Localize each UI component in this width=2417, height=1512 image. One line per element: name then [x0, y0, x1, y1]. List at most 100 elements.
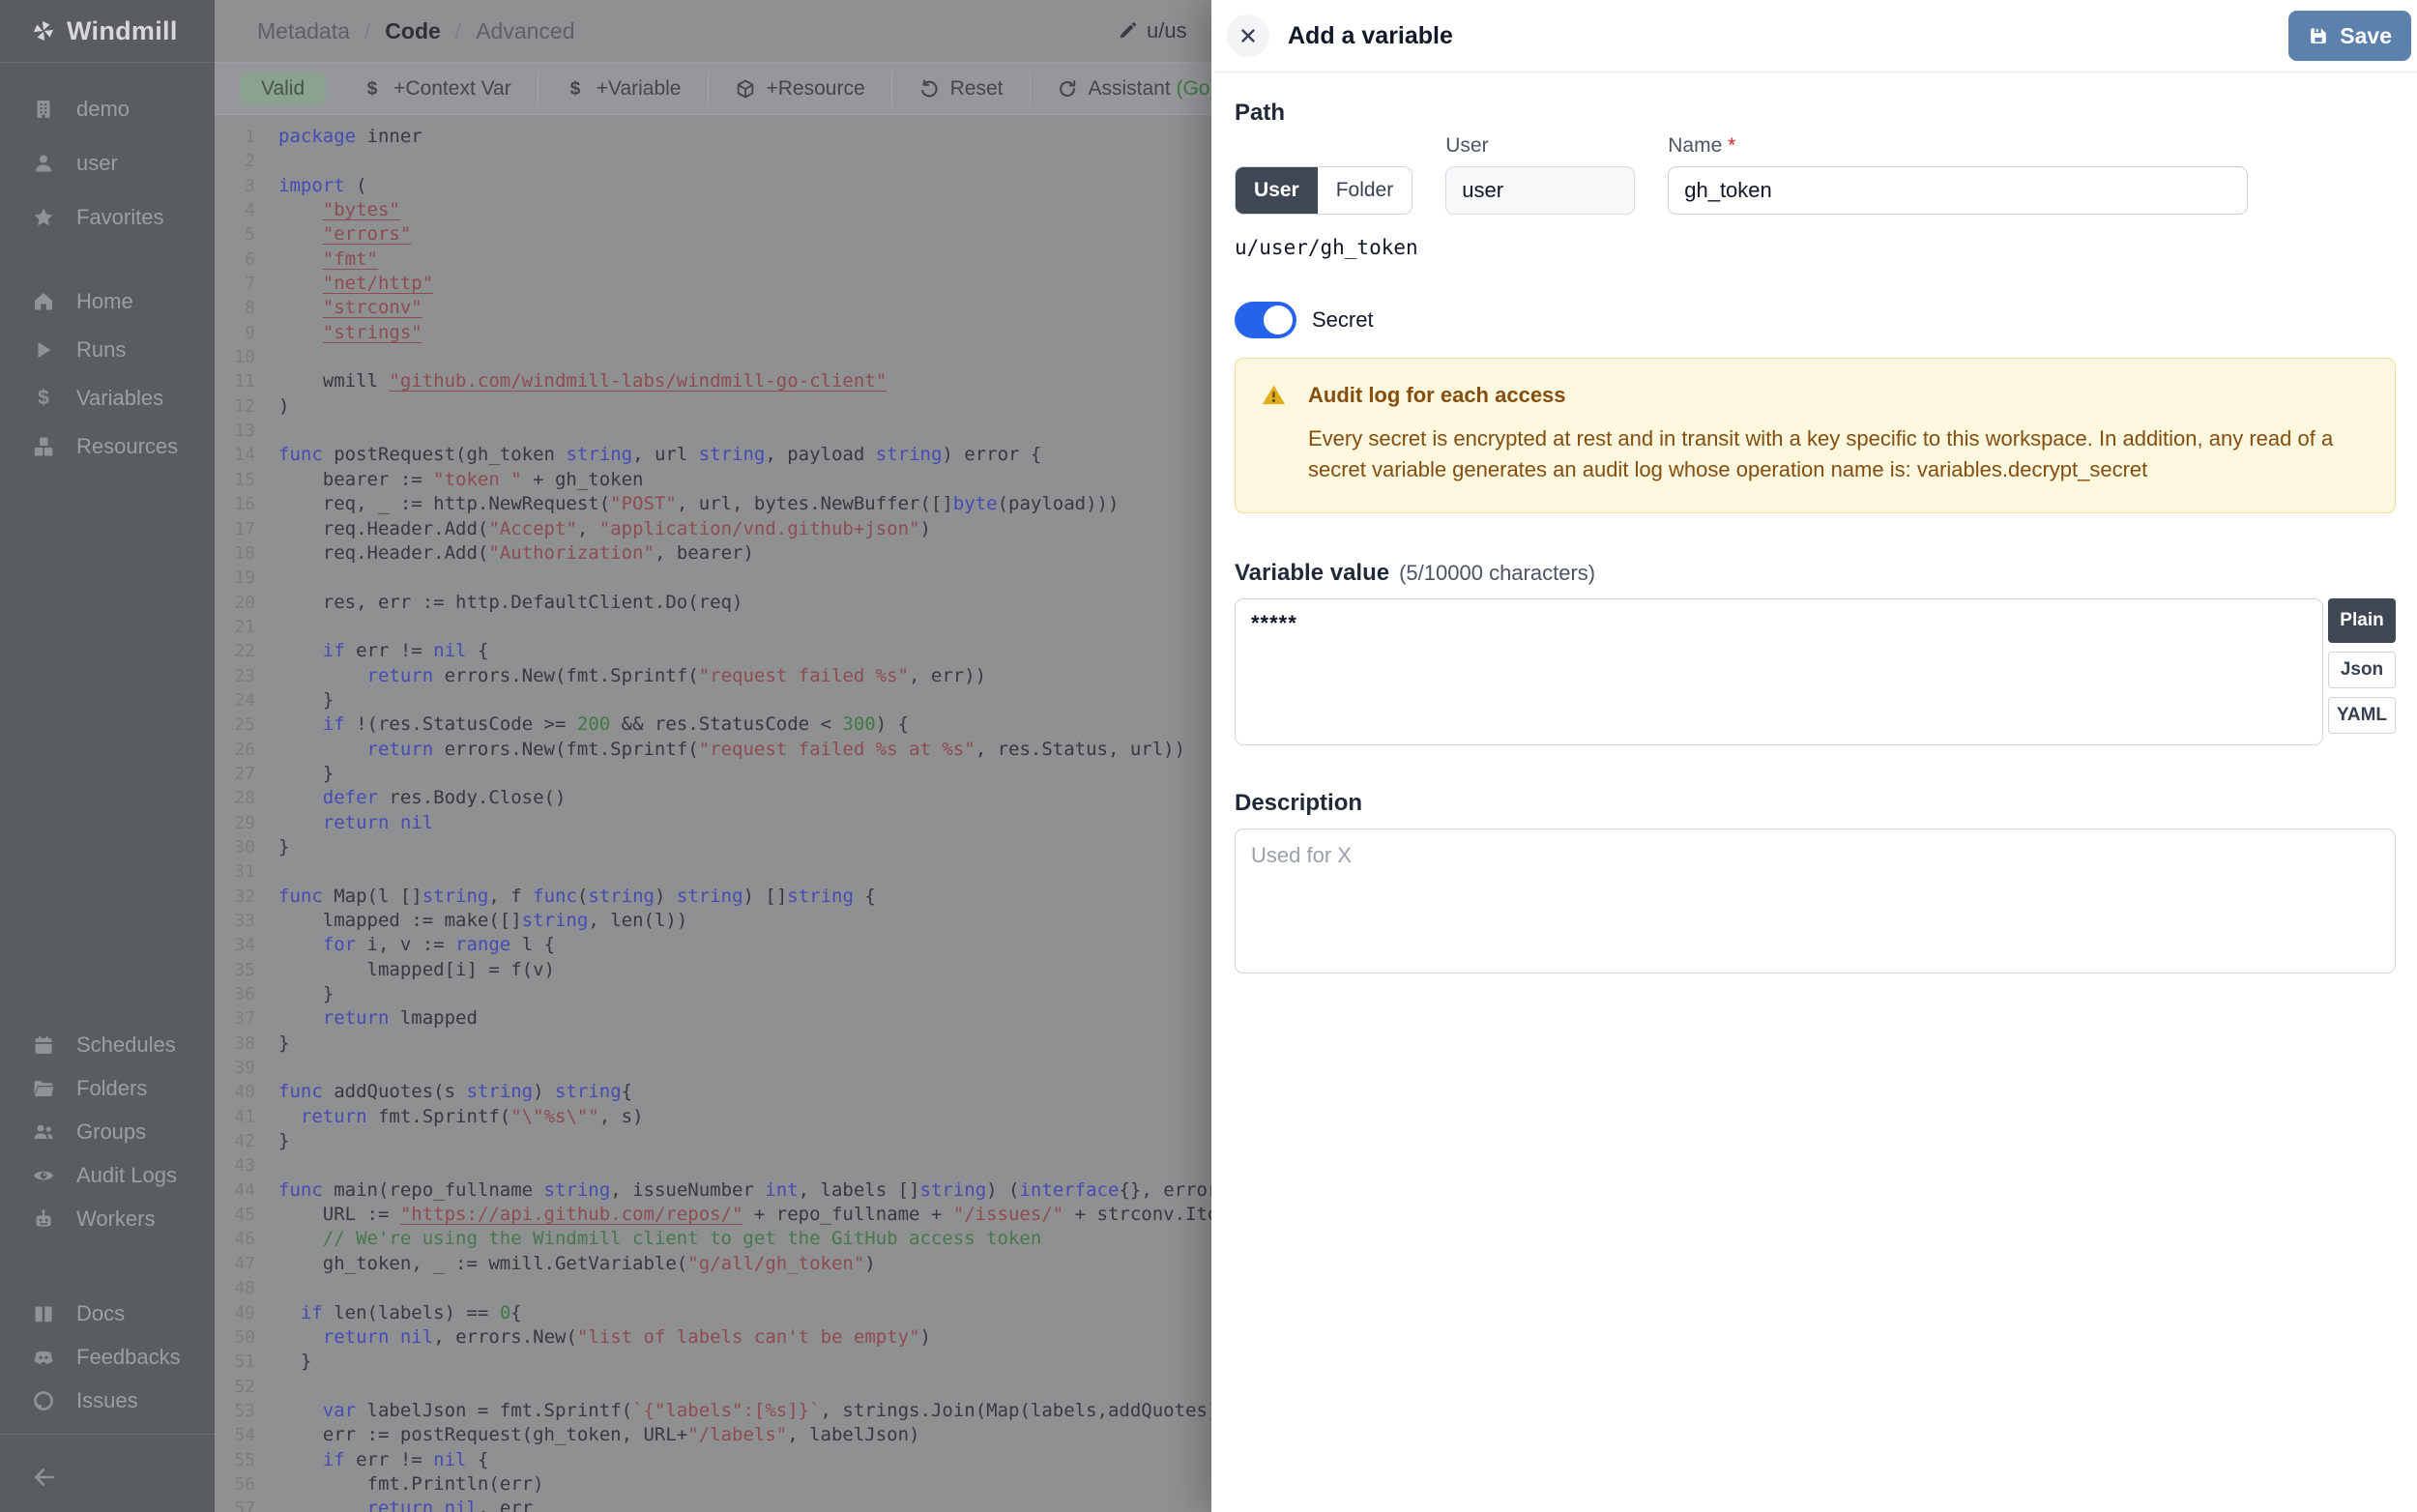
line-number: 14: [215, 443, 255, 467]
sidebar-item-home[interactable]: Home: [0, 277, 215, 326]
arrow-left-icon: [32, 1465, 57, 1490]
calendar-icon: [32, 1033, 55, 1057]
sidebar-item-docs[interactable]: Docs: [0, 1292, 215, 1335]
sidebar-item-runs[interactable]: Runs: [0, 326, 215, 374]
sidebar-item-demo[interactable]: demo: [0, 82, 215, 136]
sidebar-item-audit-logs[interactable]: Audit Logs: [0, 1153, 215, 1197]
home-icon: [32, 290, 55, 313]
line-number: 6: [215, 247, 255, 272]
owner-kind-folder[interactable]: Folder: [1318, 167, 1412, 214]
line-number: 48: [215, 1276, 255, 1300]
line-number: 37: [215, 1006, 255, 1031]
line-number: 45: [215, 1203, 255, 1227]
sidebar-item-label: Favorites: [76, 205, 163, 230]
groups-icon: [32, 1120, 55, 1144]
building-icon: [32, 98, 55, 121]
sidebar-item-label: Schedules: [76, 1032, 176, 1058]
sidebar-item-label: Runs: [76, 337, 126, 363]
app-title: Windmill: [67, 16, 178, 46]
line-number: 39: [215, 1056, 255, 1080]
github-icon: [32, 1389, 55, 1412]
sidebar-item-favorites[interactable]: Favorites: [0, 190, 215, 245]
line-number: 34: [215, 933, 255, 957]
sidebar-item-workers[interactable]: Workers: [0, 1197, 215, 1240]
reset-icon: [918, 78, 940, 100]
character-counter: (5/10000 characters): [1399, 561, 1595, 586]
user-field-label: User: [1445, 134, 1635, 158]
robot-icon: [32, 1207, 55, 1231]
line-number: 13: [215, 419, 255, 443]
tab-advanced[interactable]: Advanced: [476, 18, 574, 44]
line-number: 10: [215, 345, 255, 369]
tab-separator: /: [364, 18, 370, 44]
line-number: 1: [215, 125, 255, 149]
line-number: 35: [215, 958, 255, 982]
sidebar-item-label: Workers: [76, 1207, 156, 1232]
sidebar-item-groups[interactable]: Groups: [0, 1110, 215, 1153]
sidebar-item-issues[interactable]: Issues: [0, 1379, 215, 1422]
play-icon: [32, 338, 55, 362]
tab-separator: /: [455, 18, 461, 44]
line-number: 29: [215, 811, 255, 835]
owner-kind-user[interactable]: User: [1236, 167, 1318, 214]
variable-value-heading: Variable value: [1235, 560, 1389, 587]
line-number: 31: [215, 859, 255, 884]
sidebar-item-user[interactable]: user: [0, 136, 215, 190]
line-number: 44: [215, 1178, 255, 1203]
line-number: 55: [215, 1448, 255, 1472]
format-tab-json[interactable]: Json: [2328, 652, 2396, 688]
line-number: 2: [215, 149, 255, 173]
sidebar-item-label: user: [76, 151, 118, 176]
sidebar-item-feedbacks[interactable]: Feedbacks: [0, 1335, 215, 1379]
toolbar-button--context-var[interactable]: $+Context Var: [335, 63, 538, 114]
user-input[interactable]: [1445, 166, 1635, 215]
sidebar-item-variables[interactable]: $Variables: [0, 374, 215, 422]
secret-row: Secret: [1235, 302, 2396, 338]
sidebar-item-label: Groups: [76, 1119, 146, 1145]
line-number: 3: [215, 174, 255, 198]
sidebar-item-label: demo: [76, 97, 130, 122]
toolbar-button-reset[interactable]: Reset: [892, 63, 1030, 114]
line-number: 17: [215, 517, 255, 541]
required-asterisk: *: [1728, 134, 1735, 157]
secret-toggle[interactable]: [1235, 302, 1296, 338]
secret-toggle-label: Secret: [1312, 307, 1374, 333]
tab-metadata[interactable]: Metadata: [257, 18, 350, 44]
line-number: 53: [215, 1399, 255, 1423]
app-logo[interactable]: Windmill: [0, 0, 215, 63]
line-number: 30: [215, 835, 255, 859]
sidebar-item-label: Docs: [76, 1301, 125, 1326]
format-tab-plain[interactable]: Plain: [2328, 598, 2396, 643]
line-number: 9: [215, 321, 255, 345]
audit-warning-body: Every secret is encrypted at rest and in…: [1308, 423, 2362, 485]
line-number: 51: [215, 1350, 255, 1374]
script-path-button[interactable]: u/us: [1117, 0, 1187, 62]
audit-warning-title: Audit log for each access: [1308, 383, 1566, 408]
full-path-preview: u/user/gh_token: [1235, 236, 2396, 259]
variable-value-textarea[interactable]: *****: [1235, 598, 2323, 745]
line-number: 23: [215, 664, 255, 688]
tab-code[interactable]: Code: [385, 18, 441, 44]
audit-warning-banner: Audit log for each access Every secret i…: [1235, 358, 2396, 513]
variable-name-input[interactable]: [1668, 166, 2248, 215]
collapse-sidebar-button[interactable]: [0, 1454, 215, 1500]
save-button[interactable]: Save: [2288, 11, 2411, 61]
user-field: User: [1445, 134, 1635, 215]
sidebar-item-resources[interactable]: Resources: [0, 422, 215, 471]
format-tab-yaml[interactable]: YAML: [2328, 697, 2396, 734]
sidebar-item-schedules[interactable]: Schedules: [0, 1023, 215, 1066]
sidebar-divider: [0, 1434, 215, 1435]
audit-warning-header: Audit log for each access: [1261, 382, 2370, 408]
toolbar-button--resource[interactable]: +Resource: [709, 63, 891, 114]
windmill-logo-icon: [31, 18, 56, 44]
admin-nav: Schedules Folders Groups Audit Logs Workers: [0, 1023, 215, 1240]
svg-text:$: $: [38, 387, 49, 409]
dollar-icon: $: [362, 78, 383, 100]
description-textarea[interactable]: Used for X: [1235, 829, 2396, 974]
close-drawer-button[interactable]: [1227, 15, 1269, 57]
pencil-icon: [1117, 20, 1138, 42]
toolbar-button--variable[interactable]: $+Variable: [539, 63, 708, 114]
sidebar-item-label: Audit Logs: [76, 1163, 177, 1188]
sidebar-item-folders[interactable]: Folders: [0, 1066, 215, 1110]
workspace-menu: demo user Favorites: [0, 82, 215, 245]
